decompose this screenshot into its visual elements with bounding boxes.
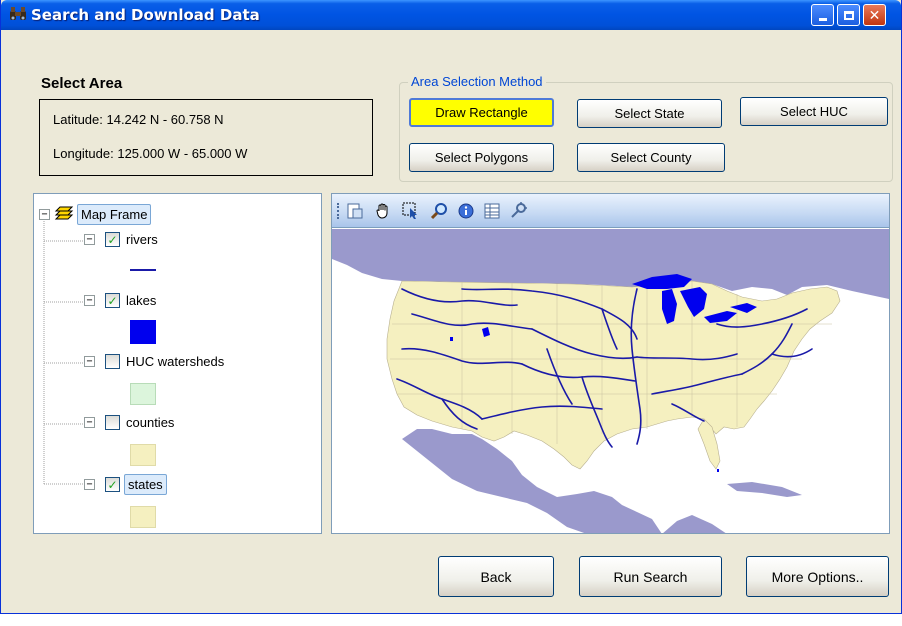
area-selection-legend: Area Selection Method [408,74,546,89]
close-button[interactable]: ✕ [863,4,886,26]
longitude-text: Longitude: 125.000 W - 65.000 W [53,146,248,161]
search-download-window: Search and Download Data ✕ Select Area L… [0,0,902,614]
maximize-button[interactable] [837,4,860,26]
map-toolbar [332,194,889,228]
latitude-text: Latitude: 14.242 N - 60.758 N [53,112,224,127]
states-checkbox[interactable]: ✓ [105,477,120,492]
collapse-icon[interactable]: − [39,209,50,220]
back-button[interactable]: Back [438,556,554,597]
layer-lakes[interactable]: − ✓ lakes [84,293,156,308]
lakes-checkbox[interactable]: ✓ [105,293,120,308]
minimize-icon [818,17,827,21]
counties-checkbox[interactable] [105,415,120,430]
layers-icon [54,205,74,224]
zoom-icon[interactable] [430,202,448,220]
collapse-icon[interactable]: − [84,417,95,428]
select-state-button[interactable]: Select State [577,99,722,128]
map-frame-node[interactable]: − Map Frame [39,204,152,225]
layer-states[interactable]: − ✓ states [84,474,167,495]
attribute-table-icon[interactable] [483,202,501,220]
select-polygons-button[interactable]: Select Polygons [409,143,554,172]
settings-icon[interactable] [509,202,527,220]
toolbar-grip[interactable] [337,203,339,219]
collapse-icon[interactable]: − [84,479,95,490]
counties-swatch [130,444,156,466]
lakes-label: lakes [126,293,157,308]
select-huc-button[interactable]: Select HUC [740,97,888,126]
collapse-icon[interactable]: − [84,234,95,245]
layer-legend-panel[interactable]: − Map Frame − ✓ rivers − ✓ lakes − HUC w… [33,193,322,534]
run-search-button[interactable]: Run Search [579,556,722,597]
close-icon: ✕ [868,6,881,23]
layer-rivers[interactable]: − ✓ rivers [84,232,158,247]
layer-huc-watersheds[interactable]: − HUC watersheds [84,354,224,369]
more-options-button[interactable]: More Options.. [746,556,889,597]
collapse-icon[interactable]: − [84,356,95,367]
coordinate-box: Latitude: 14.242 N - 60.758 N Longitude:… [39,99,373,176]
us-map[interactable] [332,229,889,534]
huc-watersheds-checkbox[interactable] [105,354,120,369]
select-county-button[interactable]: Select County [577,143,725,172]
binoculars-icon [9,6,27,25]
states-swatch [130,506,156,528]
area-selection-group: Area Selection Method Draw Rectangle Sel… [399,74,893,182]
select-features-icon[interactable] [402,202,420,220]
layer-counties[interactable]: − counties [84,415,174,430]
huc-watersheds-swatch [130,383,156,405]
rivers-checkbox[interactable]: ✓ [105,232,120,247]
title-bar[interactable]: Search and Download Data ✕ [1,0,901,30]
states-label: states [124,474,167,495]
pan-hand-icon[interactable] [374,202,392,220]
rivers-label: rivers [126,232,158,247]
window-title: Search and Download Data [31,6,260,24]
draw-rectangle-button[interactable]: Draw Rectangle [409,98,554,127]
map-panel[interactable] [331,193,890,534]
huc-watersheds-label: HUC watersheds [126,354,225,369]
counties-label: counties [126,415,175,430]
collapse-icon[interactable]: − [84,295,95,306]
rivers-swatch [130,269,156,271]
export-icon[interactable] [346,202,364,220]
maximize-icon [843,10,854,20]
lakes-swatch [130,320,156,344]
map-frame-label: Map Frame [77,204,152,225]
minimize-button[interactable] [811,4,834,26]
identify-icon[interactable] [457,202,475,220]
select-area-heading: Select Area [41,75,123,92]
